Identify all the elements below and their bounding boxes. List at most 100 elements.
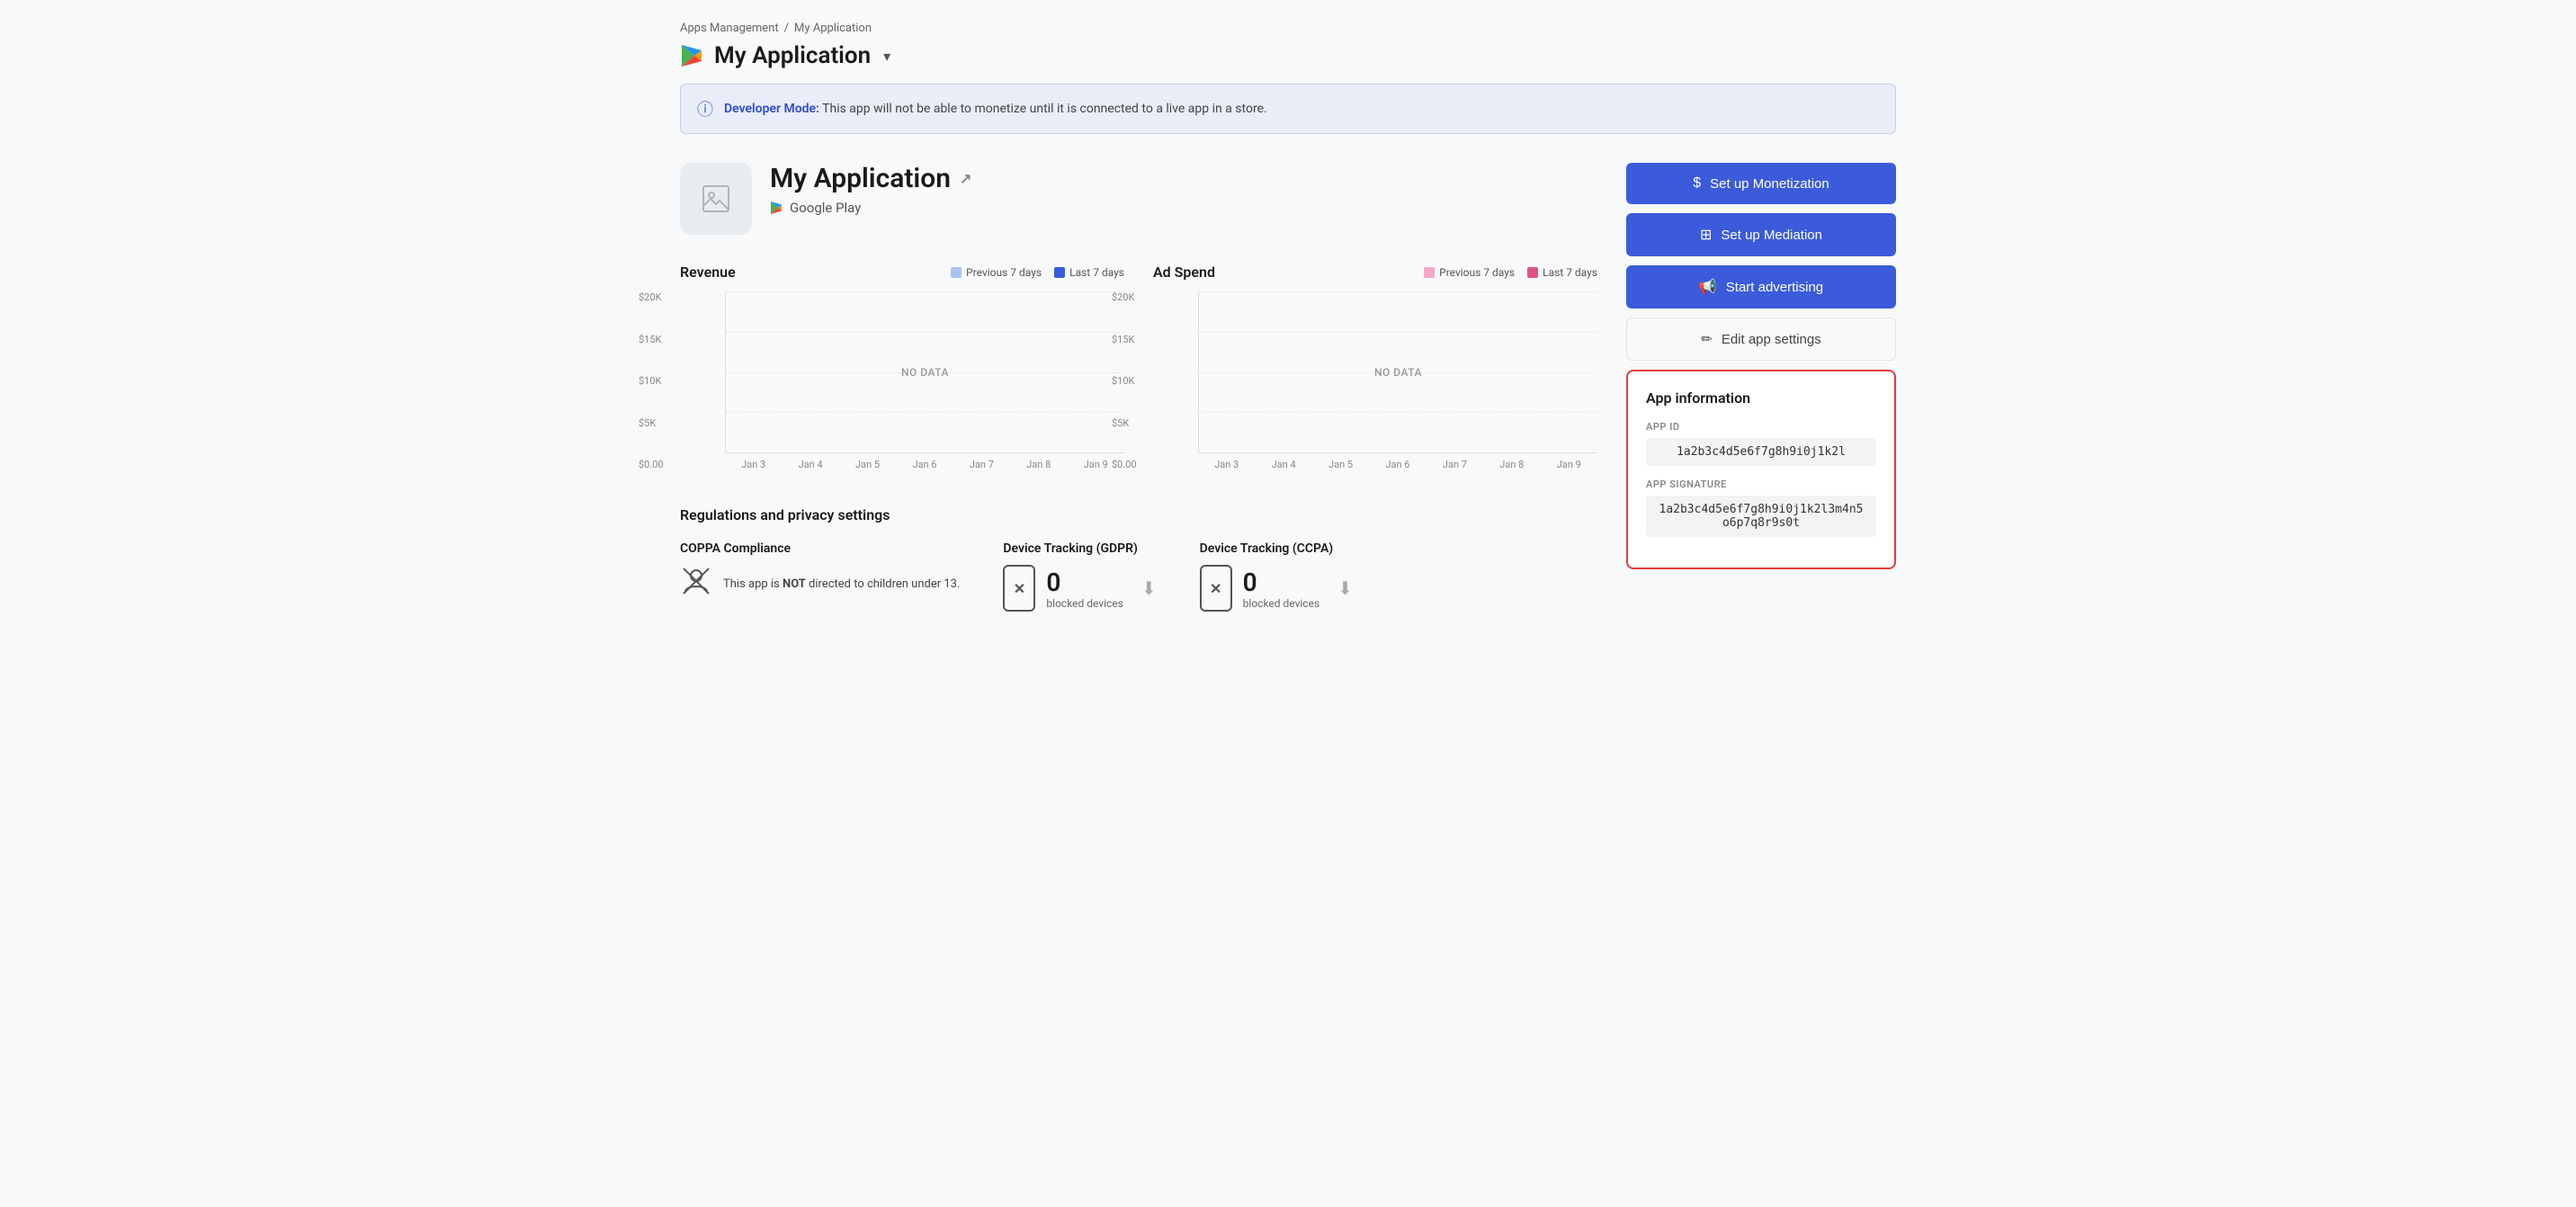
setup-mediation-button[interactable]: ⊞ Set up Mediation	[1626, 213, 1896, 256]
app-signature-label: APP SIGNATURE	[1646, 478, 1876, 490]
right-sidebar: $ Set up Monetization ⊞ Set up Mediation…	[1626, 163, 1896, 612]
charts-row: Revenue Previous 7 days Last 7 days	[680, 264, 1597, 470]
breadcrumb-sep: /	[784, 22, 789, 35]
advertising-label: Start advertising	[1726, 280, 1823, 295]
regulations-row: COPPA Compliance	[680, 541, 1597, 612]
ccpa-download-icon[interactable]: ⬇	[1337, 577, 1353, 599]
setup-monetization-button[interactable]: $ Set up Monetization	[1626, 163, 1896, 204]
grid-line	[1199, 412, 1597, 413]
adspend-x-labels: Jan 3 Jan 4 Jan 5 Jan 6 Jan 7 Jan 8 Jan …	[1198, 459, 1597, 470]
adspend-legend-last: Last 7 days	[1527, 266, 1597, 279]
coppa-content: This app is NOT directed to children und…	[680, 565, 960, 604]
gdpr-download-icon[interactable]: ⬇	[1141, 577, 1157, 599]
revenue-last-label: Last 7 days	[1069, 266, 1124, 279]
grid-line	[1199, 291, 1597, 292]
external-link-icon[interactable]: ↗	[960, 170, 971, 187]
app-icon-placeholder	[680, 163, 752, 235]
regulations-title: Regulations and privacy settings	[680, 506, 1597, 523]
adspend-chart-legend: Previous 7 days Last 7 days	[1424, 266, 1597, 279]
adspend-chart-title: Ad Spend	[1153, 264, 1215, 281]
adspend-prev-dot	[1424, 267, 1435, 278]
ccpa-count: 0	[1243, 568, 1319, 597]
coppa-not-bold: NOT	[783, 577, 806, 591]
grid-line	[726, 332, 1124, 333]
mediation-label: Set up Mediation	[1721, 228, 1822, 243]
adspend-last-label: Last 7 days	[1543, 266, 1597, 279]
edit-icon: ✏	[1701, 331, 1713, 347]
app-signature-value: 1a2b3c4d5e6f7g8h9i0j1k2l3m4n5o6p7q8r9s0t	[1646, 496, 1876, 537]
app-name-area: My Application ↗ Google Play	[770, 163, 971, 216]
grid-line	[1199, 332, 1597, 333]
revenue-chart-area: NO DATA	[725, 291, 1124, 453]
revenue-x-labels: Jan 3 Jan 4 Jan 5 Jan 6 Jan 7 Jan 8 Jan …	[725, 459, 1124, 470]
monetization-icon: $	[1693, 175, 1701, 192]
adspend-legend-prev: Previous 7 days	[1424, 266, 1515, 279]
revenue-chart-title: Revenue	[680, 264, 736, 281]
breadcrumb: Apps Management / My Application	[680, 22, 1896, 35]
gdpr-stats: 0 blocked devices	[1046, 568, 1123, 610]
grid-line	[726, 412, 1124, 413]
google-play-icon	[680, 43, 705, 68]
app-platform: Google Play	[770, 200, 971, 216]
regulations-section: Regulations and privacy settings COPPA C…	[680, 506, 1597, 612]
developer-mode-banner: ⓘ Developer Mode: This app will not be a…	[680, 84, 1896, 134]
gdpr-item: Device Tracking (GDPR) ✕ 0 blocked devic…	[1003, 541, 1156, 612]
revenue-chart-legend: Previous 7 days Last 7 days	[951, 266, 1124, 279]
app-info-top: My Application ↗ Google Play	[680, 163, 1597, 235]
monetization-label: Set up Monetization	[1710, 176, 1829, 192]
ccpa-label: Device Tracking (CCPA)	[1200, 541, 1353, 556]
app-name-text: My Application	[770, 163, 951, 194]
revenue-legend-last: Last 7 days	[1054, 266, 1124, 279]
coppa-svg-icon	[680, 565, 712, 597]
app-id-value: 1a2b3c4d5e6f7g8h9i0j1k2l	[1646, 438, 1876, 466]
ccpa-content: ✕ 0 blocked devices ⬇	[1200, 565, 1353, 612]
gdpr-label: Device Tracking (GDPR)	[1003, 541, 1156, 556]
ccpa-device-icon: ✕	[1200, 565, 1232, 612]
breadcrumb-parent[interactable]: Apps Management	[680, 22, 779, 35]
gdpr-count: 0	[1046, 568, 1123, 597]
adspend-last-dot	[1527, 267, 1538, 278]
gdpr-device-icon: ✕	[1003, 565, 1035, 612]
revenue-chart-wrapper: $20K $15K $10K $5K $0.00 NO DATA	[680, 291, 1124, 470]
app-dropdown-arrow[interactable]: ▾	[883, 48, 890, 65]
start-advertising-button[interactable]: 📢 Start advertising	[1626, 265, 1896, 308]
ccpa-item: Device Tracking (CCPA) ✕ 0 blocked devic…	[1200, 541, 1353, 612]
info-icon: ⓘ	[697, 97, 713, 121]
edit-app-settings-button[interactable]: ✏ Edit app settings	[1626, 317, 1896, 361]
app-header: My Application ▾	[680, 42, 1896, 69]
adspend-chart-wrapper: $20K $15K $10K $5K $0.00 NO DATA	[1153, 291, 1597, 470]
platform-label: Google Play	[790, 200, 861, 216]
adspend-prev-label: Previous 7 days	[1439, 266, 1515, 279]
revenue-y-labels: $20K $15K $10K $5K $0.00	[639, 291, 664, 470]
revenue-no-data: NO DATA	[901, 366, 949, 379]
mediation-icon: ⊞	[1700, 226, 1712, 244]
platform-play-icon	[770, 201, 784, 215]
app-name-display: My Application ↗	[770, 163, 971, 194]
page-title: My Application	[714, 42, 871, 69]
edit-label: Edit app settings	[1722, 332, 1821, 347]
banner-label: Developer Mode:	[724, 102, 819, 116]
app-id-label: APP ID	[1646, 421, 1876, 433]
adspend-chart-area: NO DATA	[1198, 291, 1597, 453]
adspend-chart: Ad Spend Previous 7 days Last 7 days	[1153, 264, 1597, 470]
banner-message: This app will not be able to monetize un…	[822, 102, 1267, 116]
ccpa-device-x-icon: ✕	[1210, 580, 1221, 597]
device-x-icon: ✕	[1014, 580, 1025, 597]
revenue-prev-label: Previous 7 days	[966, 266, 1042, 279]
ccpa-unit: blocked devices	[1243, 597, 1319, 610]
coppa-icon	[680, 565, 712, 604]
grid-line	[726, 291, 1124, 292]
ccpa-stats: 0 blocked devices	[1243, 568, 1319, 610]
adspend-no-data: NO DATA	[1374, 366, 1422, 379]
revenue-prev-dot	[951, 267, 962, 278]
advertising-icon: 📢	[1699, 278, 1717, 296]
revenue-chart: Revenue Previous 7 days Last 7 days	[680, 264, 1124, 470]
app-information-card: App information APP ID 1a2b3c4d5e6f7g8h9…	[1626, 370, 1896, 569]
image-placeholder-icon	[700, 183, 732, 215]
coppa-label: COPPA Compliance	[680, 541, 960, 556]
breadcrumb-current: My Application	[794, 22, 872, 35]
app-info-card-title: App information	[1646, 389, 1876, 407]
gdpr-unit: blocked devices	[1046, 597, 1123, 610]
gdpr-content: ✕ 0 blocked devices ⬇	[1003, 565, 1156, 612]
adspend-y-labels: $20K $15K $10K $5K $0.00	[1112, 291, 1137, 470]
